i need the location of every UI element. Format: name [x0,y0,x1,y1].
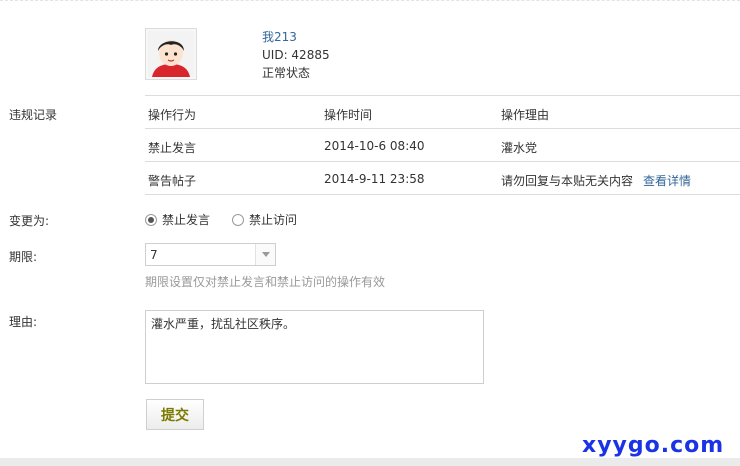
records-table: 操作行为 操作时间 操作理由 禁止发言 2014-10-6 08:40 灌水党 … [145,95,740,195]
table-row: 警告帖子 2014-9-11 23:58 请勿回复与本贴无关内容 查看详情 [145,162,740,195]
row-action: 禁止发言 [148,141,197,155]
reason-label: 理由: [9,315,38,329]
user-status: 正常状态 [262,66,311,80]
header-time: 操作时间 [324,108,373,122]
row-time: 2014-9-11 23:58 [324,172,425,186]
duration-label: 期限: [9,250,38,264]
user-name-link[interactable]: 我213 [262,28,330,46]
row-action: 警告帖子 [148,174,197,188]
reason-textarea[interactable]: 灌水严重，扰乱社区秩序。 [145,310,484,384]
radio-unchecked-icon[interactable] [232,213,245,226]
duration-hint: 期限设置仅对禁止发言和禁止访问的操作有效 [145,275,386,289]
header-reason: 操作理由 [501,108,550,122]
option-ban[interactable]: 禁止访问 [232,211,297,228]
view-details-link[interactable]: 查看详情 [643,174,691,188]
row-reason: 请勿回复与本贴无关内容 [501,174,634,188]
row-reason-cell: 请勿回复与本贴无关内容 查看详情 [501,172,691,189]
chevron-down-icon[interactable] [255,244,275,265]
records-label: 违规记录 [9,108,58,122]
change-to-label: 变更为: [9,214,50,228]
option-mute[interactable]: 禁止发言 [145,211,210,228]
avatar [145,28,197,80]
top-divider [0,0,740,3]
change-options: 禁止发言 禁止访问 [145,211,319,228]
table-row: 禁止发言 2014-10-6 08:40 灌水党 [145,129,740,162]
option-mute-label: 禁止发言 [162,213,211,227]
row-time: 2014-10-6 08:40 [324,139,425,153]
watermark: xyygo.com [582,433,725,458]
table-header-row: 操作行为 操作时间 操作理由 [145,96,740,129]
avatar-icon [148,31,194,77]
option-ban-label: 禁止访问 [249,213,298,227]
duration-value: 7 [150,248,158,262]
bottom-bar [0,458,740,466]
radio-checked-icon[interactable] [145,213,157,226]
header-action: 操作行为 [148,108,197,122]
user-uid: UID: 42885 [262,48,330,62]
user-info: 我213 UID: 42885 正常状态 [262,28,330,82]
submit-button[interactable]: 提交 [146,399,204,430]
duration-select[interactable]: 7 [145,243,276,266]
row-reason: 灌水党 [501,141,538,155]
